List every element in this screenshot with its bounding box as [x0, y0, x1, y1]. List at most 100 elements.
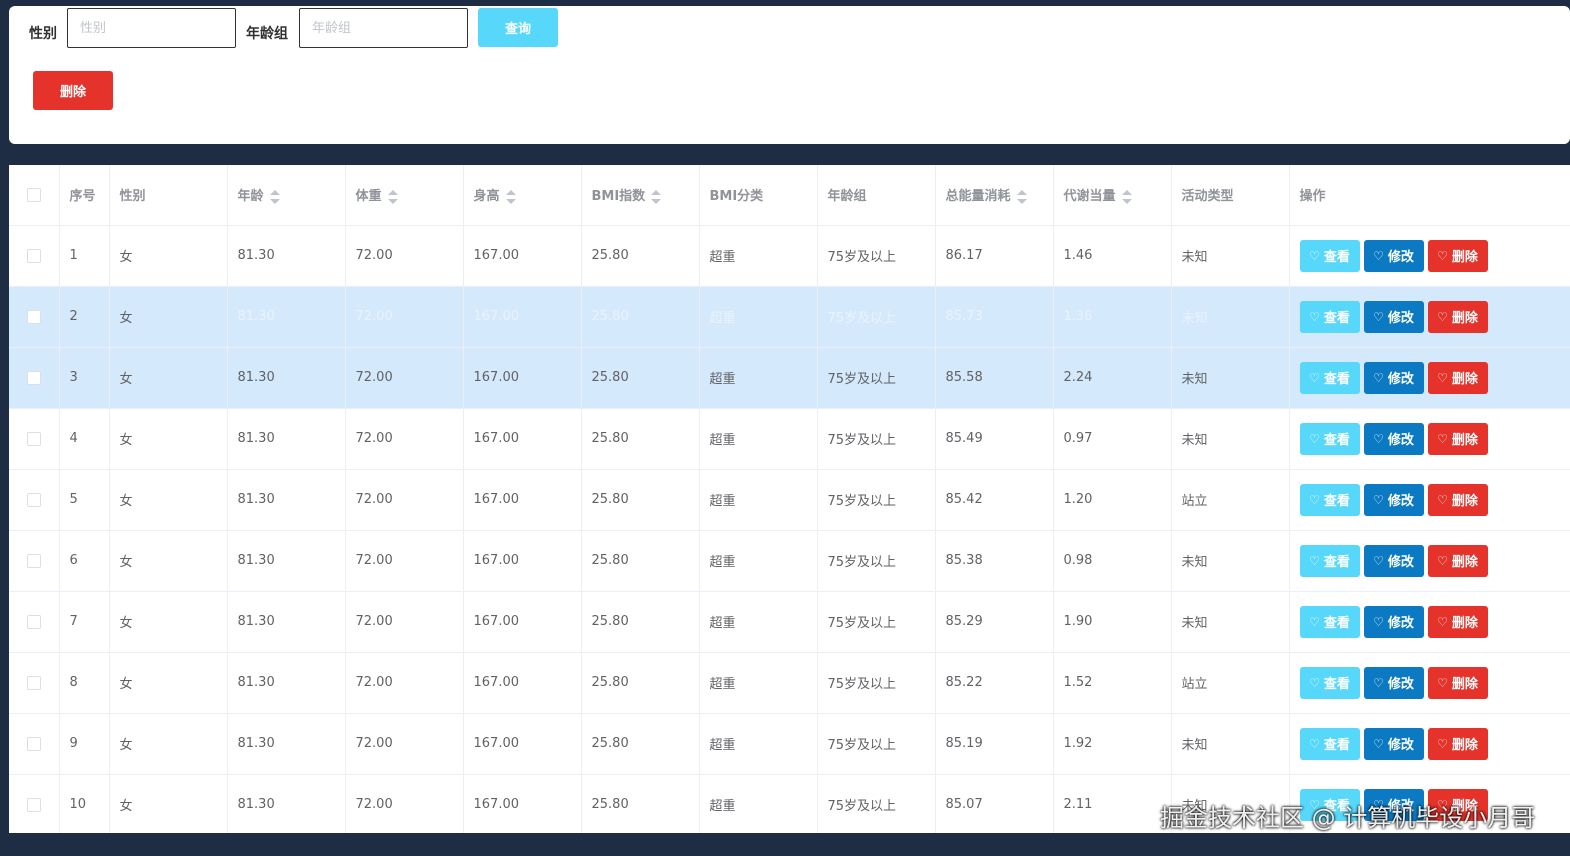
header-met[interactable]: 代谢当量	[1053, 165, 1172, 226]
search-button[interactable]: 查询	[478, 8, 558, 47]
row-checkbox[interactable]	[26, 797, 41, 812]
edit-button[interactable]: ♡ 修改	[1363, 422, 1424, 455]
view-button[interactable]: ♡ 查看	[1299, 727, 1360, 760]
cell-gender: 女	[109, 225, 228, 287]
header-weight[interactable]: 体重	[345, 165, 464, 226]
row-select-cell	[9, 652, 60, 714]
edit-button[interactable]: ♡ 修改	[1363, 727, 1424, 760]
batch-delete-button[interactable]: 删除	[33, 71, 113, 110]
select-all-cell	[9, 165, 60, 226]
table-row[interactable]: 5 女 81.30 72.00 167.00 25.80 超重 75岁及以上 85.42 1.20…	[9, 469, 1570, 531]
table-row[interactable]: 9 女 81.30 72.00 167.00 25.80 超重 75岁及以上 85.19 1.92…	[9, 713, 1570, 775]
view-button[interactable]: ♡ 查看	[1299, 361, 1360, 394]
edit-button[interactable]: ♡ 修改	[1363, 361, 1424, 394]
sort-caret-icon[interactable]	[1121, 189, 1132, 204]
delete-button[interactable]: ♡ 删除	[1427, 605, 1488, 638]
view-button-label: 查看	[1323, 616, 1350, 631]
delete-button[interactable]: ♡ 删除	[1427, 239, 1488, 272]
cell-height: 167.00	[463, 469, 582, 531]
row-checkbox[interactable]	[26, 553, 41, 568]
edit-button[interactable]: ♡ 修改	[1363, 483, 1424, 516]
edit-button[interactable]: ♡ 修改	[1363, 666, 1424, 699]
view-button[interactable]: ♡ 查看	[1299, 544, 1360, 577]
delete-button[interactable]: ♡ 删除	[1427, 483, 1488, 516]
delete-button-label: 删除	[1451, 738, 1478, 753]
heart-icon: ♡	[1373, 248, 1384, 263]
gender-filter-input[interactable]	[67, 8, 236, 48]
delete-button[interactable]: ♡ 删除	[1427, 666, 1488, 699]
heart-icon: ♡	[1437, 492, 1448, 507]
cell-energy: 85.73	[935, 286, 1054, 348]
delete-button-label: 删除	[1451, 494, 1478, 509]
row-select-cell	[9, 591, 60, 653]
row-actions: ♡ 查看 ♡ 修改 ♡ 删除	[1289, 652, 1570, 714]
cell-gender: 女	[109, 530, 228, 592]
table-row[interactable]: 7 女 81.30 72.00 167.00 25.80 超重 75岁及以上 85.29 1.90…	[9, 591, 1570, 653]
row-actions: ♡ 查看 ♡ 修改 ♡ 删除	[1289, 408, 1570, 470]
header-height[interactable]: 身高	[463, 165, 582, 226]
data-table: 序号 性别 年龄 体重 身高 BMI指数 BMI分类 年龄组 总能量消耗 代谢当…	[9, 165, 1570, 833]
sort-caret-icon[interactable]	[269, 189, 280, 204]
row-actions: ♡ 查看 ♡ 修改 ♡ 删除	[1289, 347, 1570, 409]
sort-caret-icon[interactable]	[651, 189, 662, 204]
delete-button[interactable]: ♡ 删除	[1427, 544, 1488, 577]
table-row[interactable]: 8 女 81.30 72.00 167.00 25.80 超重 75岁及以上 85.22 1.52…	[9, 652, 1570, 714]
table-row[interactable]: 4 女 81.30 72.00 167.00 25.80 超重 75岁及以上 85.49 0.97…	[9, 408, 1570, 470]
cell-activity: 未知	[1171, 591, 1290, 653]
sort-caret-icon[interactable]	[387, 189, 398, 204]
cell-age-group: 75岁及以上	[817, 408, 936, 470]
edit-button[interactable]: ♡ 修改	[1363, 605, 1424, 638]
header-age[interactable]: 年龄	[227, 165, 346, 226]
row-actions: ♡ 查看 ♡ 修改 ♡ 删除	[1289, 225, 1570, 287]
view-button[interactable]: ♡ 查看	[1299, 483, 1360, 516]
view-button-label: 查看	[1323, 555, 1350, 570]
sort-caret-icon[interactable]	[505, 189, 516, 204]
header-bmi[interactable]: BMI指数	[581, 165, 700, 226]
delete-button[interactable]: ♡ 删除	[1427, 727, 1488, 760]
cell-gender: 女	[109, 347, 228, 409]
cell-bmi: 25.80	[581, 774, 700, 833]
row-checkbox[interactable]	[26, 309, 41, 324]
edit-button[interactable]: ♡ 修改	[1363, 544, 1424, 577]
table-row[interactable]: 3 女 81.30 72.00 167.00 25.80 超重 75岁及以上 85.58 2.24…	[9, 347, 1570, 409]
view-button[interactable]: ♡ 查看	[1299, 605, 1360, 638]
cell-bmi: 25.80	[581, 713, 700, 775]
cell-bmi: 25.80	[581, 225, 700, 287]
table-row[interactable]: 1 女 81.30 72.00 167.00 25.80 超重 75岁及以上 86.17 1.46…	[9, 225, 1570, 287]
view-button[interactable]: ♡ 查看	[1299, 666, 1360, 699]
table-row[interactable]: 2 女 81.30 72.00 167.00 25.80 超重 75岁及以上 85.73 1.36…	[9, 286, 1570, 348]
age-group-filter-input[interactable]	[299, 8, 468, 48]
row-checkbox[interactable]	[26, 370, 41, 385]
row-checkbox[interactable]	[26, 431, 41, 446]
cell-age: 81.30	[227, 469, 346, 531]
view-button[interactable]: ♡ 查看	[1299, 239, 1360, 272]
cell-index: 9	[59, 713, 110, 775]
edit-button[interactable]: ♡ 修改	[1363, 239, 1424, 272]
row-checkbox[interactable]	[26, 492, 41, 507]
delete-button-label: 删除	[1451, 433, 1478, 448]
row-checkbox[interactable]	[26, 248, 41, 263]
view-button-label: 查看	[1323, 494, 1350, 509]
row-checkbox[interactable]	[26, 614, 41, 629]
cell-height: 167.00	[463, 286, 582, 348]
row-checkbox[interactable]	[26, 675, 41, 690]
header-energy[interactable]: 总能量消耗	[935, 165, 1054, 226]
row-select-cell	[9, 774, 60, 833]
cell-met: 1.92	[1053, 713, 1172, 775]
cell-energy: 85.19	[935, 713, 1054, 775]
table-row[interactable]: 6 女 81.30 72.00 167.00 25.80 超重 75岁及以上 85.38 0.98…	[9, 530, 1570, 592]
cell-gender: 女	[109, 652, 228, 714]
sort-caret-icon[interactable]	[1016, 189, 1027, 204]
delete-button[interactable]: ♡ 删除	[1427, 422, 1488, 455]
cell-bmi-class: 超重	[699, 591, 818, 653]
edit-button[interactable]: ♡ 修改	[1363, 300, 1424, 333]
delete-button[interactable]: ♡ 删除	[1427, 361, 1488, 394]
cell-age: 81.30	[227, 225, 346, 287]
row-checkbox[interactable]	[26, 736, 41, 751]
cell-age: 81.30	[227, 347, 346, 409]
view-button[interactable]: ♡ 查看	[1299, 300, 1360, 333]
select-all-checkbox[interactable]	[26, 187, 41, 202]
delete-button[interactable]: ♡ 删除	[1427, 300, 1488, 333]
cell-weight: 72.00	[345, 652, 464, 714]
view-button[interactable]: ♡ 查看	[1299, 422, 1360, 455]
